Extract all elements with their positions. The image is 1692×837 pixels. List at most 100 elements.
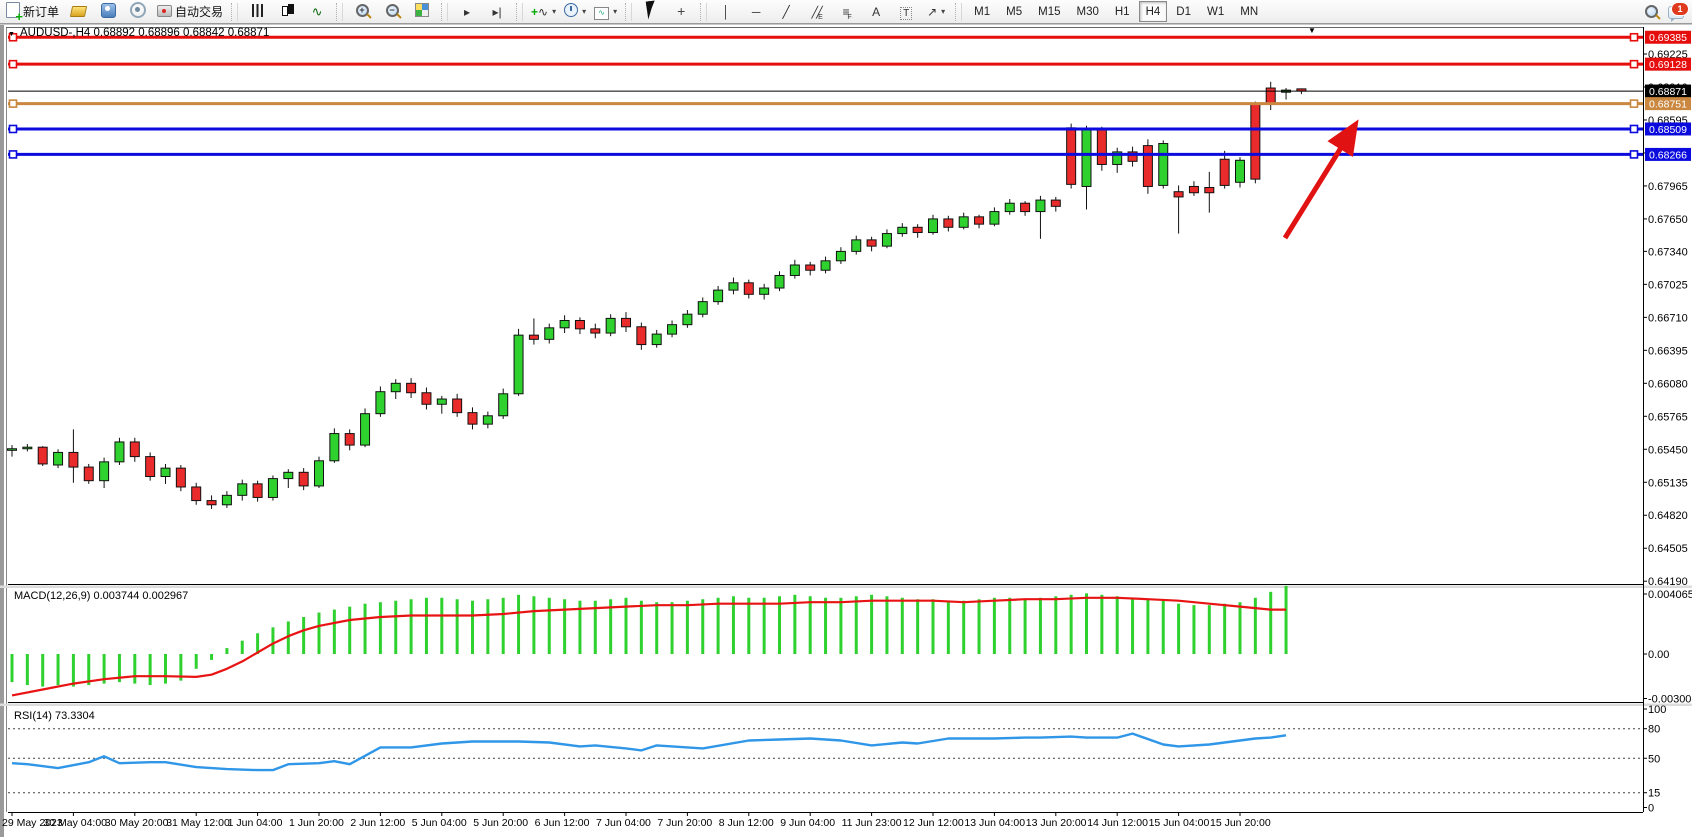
zoom-in-button[interactable]: + bbox=[347, 1, 377, 23]
tf-button-M5[interactable]: M5 bbox=[999, 1, 1029, 22]
cursor-button[interactable] bbox=[636, 1, 666, 23]
indicators-button[interactable]: +∿▾ bbox=[527, 1, 560, 23]
line-anchor-handle[interactable] bbox=[10, 151, 17, 158]
text-label-button[interactable]: T bbox=[891, 1, 921, 23]
new-order-button[interactable]: 新订单 bbox=[2, 1, 63, 23]
time-axis-label: 30 May 20:00 bbox=[105, 817, 169, 829]
new-order-doc-icon bbox=[6, 2, 20, 18]
toolbar-separator bbox=[700, 3, 707, 21]
candle bbox=[146, 457, 155, 477]
tile-windows-button[interactable] bbox=[407, 1, 437, 23]
auto-trading-button[interactable]: 自动交易 bbox=[153, 1, 227, 23]
horizontal-line-button[interactable]: ─ bbox=[741, 1, 771, 23]
tf-button-D1[interactable]: D1 bbox=[1169, 1, 1198, 22]
chart-background bbox=[0, 24, 1692, 837]
tf-button-M1[interactable]: M1 bbox=[967, 1, 997, 22]
toolbar-group: +∿▾▾∿▾ bbox=[525, 0, 623, 23]
candle bbox=[345, 434, 354, 446]
tf-button-M15[interactable]: M15 bbox=[1031, 1, 1067, 22]
candle bbox=[207, 501, 216, 505]
signals-button[interactable] bbox=[123, 1, 153, 23]
chevron-down-icon[interactable]: ▾ bbox=[941, 7, 945, 16]
candle bbox=[8, 449, 17, 451]
price-badge-text: 0.68751 bbox=[1649, 99, 1687, 111]
new-order-label: 新订单 bbox=[23, 3, 59, 20]
candle bbox=[514, 335, 523, 394]
line-anchor-handle[interactable] bbox=[10, 100, 17, 107]
vertical-line-button[interactable]: │ bbox=[711, 1, 741, 23]
tf-button-M30[interactable]: M30 bbox=[1070, 1, 1106, 22]
bar-chart-mode-button[interactable] bbox=[242, 1, 272, 23]
candle bbox=[683, 314, 692, 324]
rsi-axis-tick: 100 bbox=[1648, 704, 1666, 716]
candles-glyph-icon bbox=[281, 4, 293, 17]
candle bbox=[238, 484, 247, 496]
time-axis-label: 8 Jun 12:00 bbox=[719, 817, 774, 829]
gold-bar-icon bbox=[69, 6, 86, 17]
price-axis-tick: 0.66710 bbox=[1648, 312, 1688, 324]
chart-dropdown-icon[interactable]: ▼ bbox=[8, 31, 15, 38]
chevron-down-icon[interactable]: ▾ bbox=[552, 7, 556, 16]
candle bbox=[1266, 88, 1275, 104]
price-axis-tick: 0.65450 bbox=[1648, 444, 1688, 456]
toolbar-group: + bbox=[634, 0, 698, 23]
tf-button-H4[interactable]: H4 bbox=[1139, 1, 1168, 22]
equidistant-channel-button[interactable]: ╱╱E bbox=[801, 1, 831, 23]
candle bbox=[852, 240, 861, 252]
chart-shift-button[interactable]: ▸| bbox=[482, 1, 512, 23]
line-chart-mode-button[interactable]: ∿ bbox=[302, 1, 332, 23]
pane-splitter[interactable] bbox=[0, 704, 1692, 707]
fibonacci-button[interactable]: ≡F bbox=[831, 1, 861, 23]
candle bbox=[668, 325, 677, 334]
chart-window: 0.0040650.00-0.003005 1008050150 0.69225… bbox=[0, 24, 1692, 837]
candle bbox=[714, 290, 723, 302]
line-anchor-handle[interactable] bbox=[1631, 61, 1638, 68]
candle bbox=[330, 434, 339, 461]
candle bbox=[115, 442, 124, 462]
trend-line-button[interactable]: ╱ bbox=[771, 1, 801, 23]
candlestick-mode-button[interactable] bbox=[272, 1, 302, 23]
price-axis-tick: 0.67965 bbox=[1648, 181, 1688, 193]
time-axis-label: 7 Jun 04:00 bbox=[596, 817, 651, 829]
search-icon[interactable] bbox=[1645, 5, 1658, 18]
zoom-out-lens-icon: − bbox=[386, 4, 399, 17]
auto-scroll-button[interactable]: ▸ bbox=[452, 1, 482, 23]
line-anchor-handle[interactable] bbox=[1631, 100, 1638, 107]
toolbar-separator bbox=[516, 3, 523, 21]
templates-button[interactable]: ∿▾ bbox=[590, 1, 621, 23]
robot-icon bbox=[157, 5, 172, 17]
candle bbox=[545, 328, 554, 340]
toolbar-right: 1 bbox=[1645, 4, 1692, 19]
bars-icon bbox=[252, 4, 263, 20]
chat-icon[interactable]: 1 bbox=[1668, 6, 1684, 19]
line-anchor-handle[interactable] bbox=[10, 125, 17, 132]
pane-splitter[interactable] bbox=[0, 586, 1692, 589]
tf-button-MN[interactable]: MN bbox=[1233, 1, 1265, 22]
line-anchor-handle[interactable] bbox=[10, 61, 17, 68]
crosshair-button[interactable]: + bbox=[666, 1, 696, 23]
price-axis-tick: 0.65135 bbox=[1648, 477, 1688, 489]
market-watch-button[interactable] bbox=[93, 1, 123, 23]
periods-button[interactable]: ▾ bbox=[560, 1, 590, 23]
candle bbox=[729, 283, 738, 290]
candle bbox=[1159, 144, 1168, 186]
label-icon: T bbox=[900, 5, 912, 19]
quotes-button[interactable] bbox=[63, 1, 93, 23]
zoom-in-lens-icon: + bbox=[356, 4, 369, 17]
arrow-objects-button[interactable]: ↗▾ bbox=[921, 1, 951, 23]
crosshair-icon: + bbox=[677, 5, 685, 19]
time-axis-label: 14 Jun 12:00 bbox=[1087, 817, 1148, 829]
chevron-down-icon[interactable]: ▾ bbox=[613, 7, 617, 16]
chevron-down-icon[interactable]: ▾ bbox=[582, 7, 586, 16]
line-anchor-handle[interactable] bbox=[1631, 34, 1638, 41]
candle bbox=[130, 442, 139, 457]
text-button[interactable]: A bbox=[861, 1, 891, 23]
line-anchor-handle[interactable] bbox=[1631, 125, 1638, 132]
zoom-out-button[interactable]: − bbox=[377, 1, 407, 23]
candle bbox=[38, 447, 47, 464]
candle bbox=[437, 399, 446, 404]
tf-button-H1[interactable]: H1 bbox=[1108, 1, 1137, 22]
tf-button-W1[interactable]: W1 bbox=[1200, 1, 1231, 22]
line-anchor-handle[interactable] bbox=[1631, 151, 1638, 158]
chart-shift-marker-icon[interactable]: ▼ bbox=[1308, 26, 1316, 35]
